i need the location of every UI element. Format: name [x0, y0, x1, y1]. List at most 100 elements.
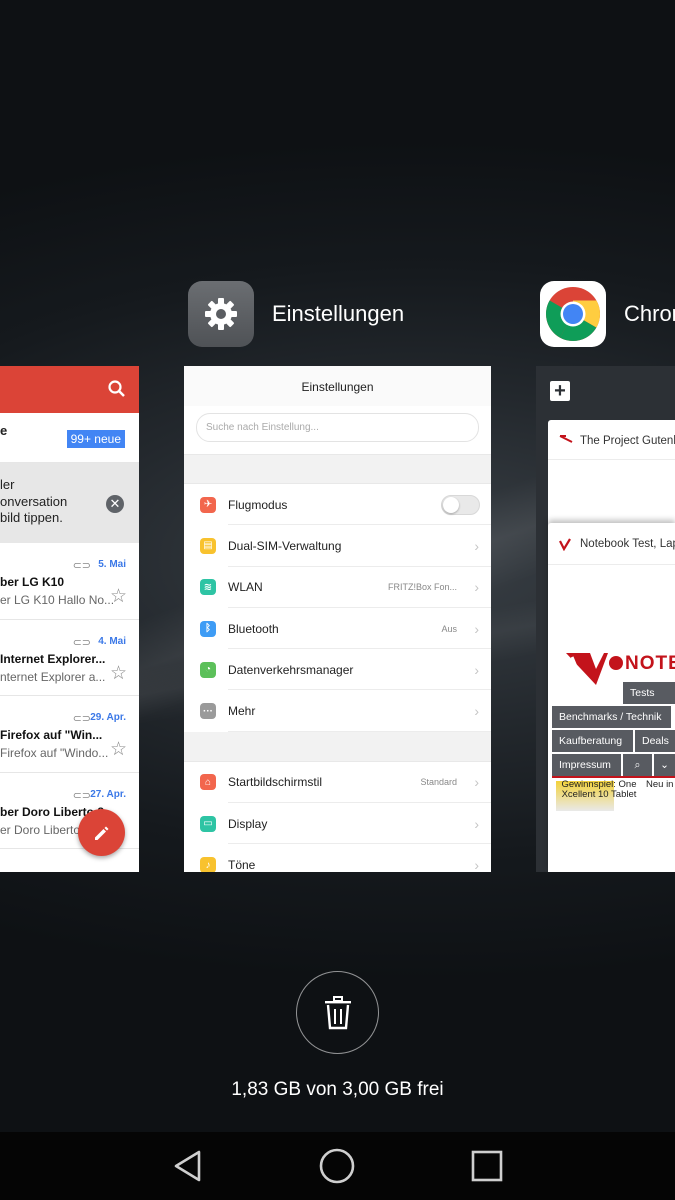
section-divider — [184, 731, 491, 762]
chevron-right-icon: › — [474, 661, 479, 678]
mail-snippet: Firefox auf "Windo... — [0, 746, 109, 760]
chrome-tab-title: The Project Gutenb — [548, 420, 675, 460]
home-circle-icon — [319, 1148, 355, 1184]
star-icon[interactable]: ☆ — [110, 585, 127, 608]
memory-status: 1,83 GB von 3,00 GB frei — [231, 1079, 444, 1100]
settings-item-display[interactable]: ▭ Display › — [184, 803, 491, 845]
clear-all-button[interactable] — [296, 971, 379, 1054]
mail-date: 5. Mai — [98, 559, 126, 570]
promo-link-neu[interactable]: Neu in — [646, 780, 673, 790]
settings-item-label: WLAN — [228, 580, 263, 595]
settings-item-label: Töne — [228, 858, 256, 872]
close-icon[interactable]: ✕ — [106, 495, 124, 513]
section-divider — [184, 454, 491, 484]
mail-list-item[interactable]: ⊂⊃ 5. Mai ber LG K10 er LG K10 Hallo No.… — [0, 543, 139, 620]
settings-item-label: Display — [228, 816, 268, 831]
mail-list-item[interactable]: ⊂⊃ 29. Apr. Firefox auf "Win... Firefox … — [0, 696, 139, 773]
wifi-icon: ≋ — [200, 579, 216, 596]
chrome-app-title: Chrome — [624, 301, 675, 326]
gmail-tip-banner: ler onversation bild tippen. ✕ — [0, 463, 139, 543]
attachment-icon: ⊂⊃ — [72, 713, 91, 725]
chrome-tab-switcher-bar: + — [536, 366, 675, 413]
mail-date: 4. Mai — [98, 635, 126, 647]
recents-square-icon — [471, 1150, 503, 1182]
gear-icon — [188, 281, 254, 347]
menu-item-impressum[interactable]: Impressum — [552, 754, 621, 776]
display-icon: ▭ — [200, 815, 216, 832]
star-icon[interactable]: ☆ — [110, 662, 127, 685]
tip-line: bild tippen. — [0, 510, 63, 525]
chevron-right-icon: › — [474, 703, 479, 720]
menu-item-tests[interactable]: Tests — [623, 682, 675, 704]
chrome-tab[interactable]: Notebook Test, Lap NOTEB Tests Benchmark… — [548, 523, 675, 872]
settings-page-title: Einstellungen — [184, 366, 491, 406]
settings-item-value: Standard — [420, 777, 457, 788]
star-icon[interactable]: ☆ — [110, 738, 127, 761]
settings-search-input[interactable]: Suche nach Einstellung... — [196, 413, 479, 442]
logo-text: NOTEB — [625, 653, 675, 674]
gmail-recent-card[interactable]: e 99+ neue ler onversation bild tippen. … — [0, 366, 139, 872]
mail-sender: Firefox auf "Win... — [0, 728, 103, 742]
back-triangle-icon — [174, 1150, 201, 1182]
mail-sender: ber LG K10 — [0, 575, 65, 589]
chevron-right-icon: › — [474, 774, 479, 791]
new-tab-icon[interactable]: + — [550, 381, 570, 401]
menu-underline — [552, 776, 675, 778]
menu-item-deals[interactable]: Deals — [635, 730, 675, 752]
settings-item-bluetooth[interactable]: ᛒ Bluetooth Aus › — [184, 608, 491, 650]
settings-item-startbildschirmstil[interactable]: ⌂ Startbildschirmstil Standard › — [184, 762, 491, 804]
attachment-icon: ⊂⊃ — [72, 789, 91, 802]
back-button[interactable] — [168, 1148, 208, 1184]
mail-list-item[interactable]: ⊂⊃ 4. Mai Internet Explorer... nternet E… — [0, 620, 139, 696]
home-button[interactable] — [317, 1148, 357, 1184]
settings-item-label: Flugmodus — [228, 497, 288, 512]
menu-item-kaufberatung[interactable]: Kaufberatung — [552, 730, 633, 752]
notebookcheck-favicon-icon — [559, 538, 571, 551]
settings-recent-card[interactable]: Einstellungen Suche nach Einstellung... … — [184, 366, 491, 872]
pencil-icon — [94, 826, 108, 840]
chrome-tab-title-text: The Project Gutenb — [580, 435, 675, 447]
mail-date: 29. Apr. — [90, 712, 126, 723]
settings-item-flugmodus[interactable]: ✈ Flugmodus — [184, 484, 491, 526]
chevron-right-icon: › — [474, 857, 479, 872]
mail-snippet: nternet Explorer a... — [0, 669, 106, 684]
mail-sender: Internet Explorer... — [0, 651, 106, 666]
chrome-tab-title-text: Notebook Test, Lap — [580, 538, 675, 550]
data-usage-icon: ◔ — [200, 661, 216, 678]
gutenberg-favicon-icon — [559, 435, 573, 443]
chevron-right-icon: › — [474, 579, 479, 596]
settings-item-toene[interactable]: ♪ Töne › — [184, 844, 491, 872]
mail-date: 27. Apr. — [90, 788, 126, 800]
settings-app-header[interactable]: Einstellungen — [188, 281, 404, 347]
recents-button[interactable] — [467, 1148, 507, 1184]
more-icon: ··· — [200, 703, 216, 720]
compose-button[interactable] — [78, 809, 125, 856]
settings-item-label: Bluetooth — [228, 621, 279, 636]
search-icon[interactable]: ⌕ — [623, 754, 652, 776]
mail-snippet: er LG K10 Hallo No... — [0, 593, 115, 607]
tip-line: ler — [0, 477, 15, 492]
chrome-recent-card[interactable]: + The Project Gutenb Notebook Test, Lap … — [536, 366, 675, 872]
settings-app-title: Einstellungen — [272, 301, 405, 326]
settings-item-datenverkehr[interactable]: ◔ Datenverkehrsmanager › — [184, 649, 491, 691]
gmail-inbox-row[interactable]: e 99+ neue — [0, 413, 139, 463]
attachment-icon: ⊂⊃ — [72, 636, 91, 649]
settings-item-dual-sim[interactable]: ▤ Dual-SIM-Verwaltung › — [184, 525, 491, 567]
chevron-down-icon[interactable]: ⌄ — [654, 754, 675, 776]
settings-item-mehr[interactable]: ··· Mehr › — [184, 690, 491, 733]
trash-icon — [324, 995, 351, 1029]
airplane-mode-toggle[interactable] — [441, 494, 480, 515]
sim-card-icon: ▤ — [200, 537, 216, 554]
promo-link-gewinnspiel[interactable]: Gewinnspiel: One Xcellent 10 Tablet — [558, 780, 640, 800]
search-icon[interactable] — [107, 379, 127, 404]
settings-item-value: FRITZ!Box Fon... — [387, 582, 457, 593]
chrome-logo-icon — [540, 281, 606, 347]
menu-item-benchmarks[interactable]: Benchmarks / Technik — [552, 706, 671, 728]
mail-snippet: er Doro Liberto — [0, 822, 81, 837]
navigation-bar — [0, 1132, 675, 1200]
settings-item-wlan[interactable]: ≋ WLAN FRITZ!Box Fon... › — [184, 567, 491, 609]
sound-icon: ♪ — [200, 857, 216, 872]
chrome-app-header[interactable]: Chrome — [540, 281, 675, 347]
chevron-right-icon: › — [474, 815, 479, 832]
new-count-badge: 99+ neue — [66, 430, 125, 448]
